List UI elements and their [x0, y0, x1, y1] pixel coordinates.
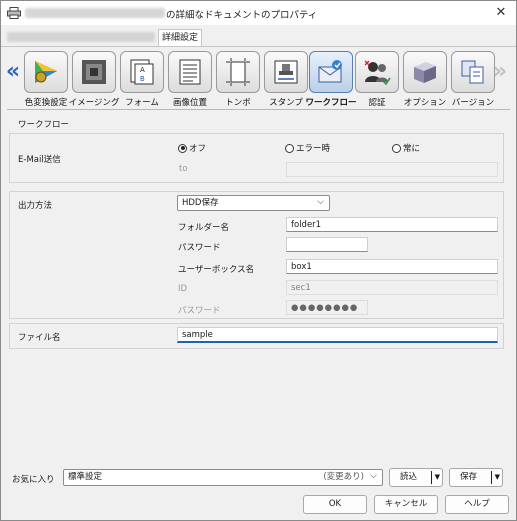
- password-label: パスワード: [178, 243, 221, 253]
- printer-name-redacted: [25, 8, 165, 18]
- scroll-right-icon[interactable]: »: [492, 61, 508, 83]
- split-divider: [431, 471, 432, 484]
- imaging-icon: [82, 60, 106, 84]
- email-to-field[interactable]: [286, 162, 498, 177]
- password2-label: パスワード: [178, 306, 221, 316]
- chevron-down-icon: ⌵: [370, 471, 377, 481]
- favorites-select[interactable]: 標準設定 (変更あり) ⌵: [63, 469, 383, 486]
- radio-dot[interactable]: [392, 143, 401, 153]
- folder-name-field[interactable]: folder1: [286, 217, 498, 232]
- workflow-icon: [318, 60, 342, 83]
- save-button[interactable]: 保存 ▼: [449, 468, 503, 487]
- to-label: to: [179, 164, 188, 174]
- radio-email-on-error[interactable]: エラー時: [285, 142, 330, 154]
- image-position-icon: [179, 59, 201, 85]
- help-button[interactable]: ヘルプ: [445, 495, 509, 514]
- svg-text:B: B: [140, 75, 145, 83]
- section-title: ワークフロー: [18, 120, 70, 130]
- toolbar-color-conversion[interactable]: [24, 51, 68, 93]
- output-method-label: 出力方法: [18, 201, 53, 211]
- filename-field[interactable]: sample: [177, 327, 498, 343]
- options-icon: [414, 62, 436, 83]
- output-method-value: HDD保存: [182, 198, 219, 208]
- toolbar-authentication[interactable]: [355, 51, 399, 93]
- password-field[interactable]: [286, 237, 368, 252]
- radio-label: オフ: [189, 144, 207, 154]
- radio-dot[interactable]: [285, 143, 294, 153]
- toolbar-form[interactable]: A B: [120, 51, 164, 93]
- toolbar-stamp[interactable]: [264, 51, 308, 93]
- toolbar-workflow[interactable]: [309, 51, 353, 93]
- color-conversion-icon: [35, 61, 57, 83]
- userbox-label: ユーザーボックス名: [178, 265, 255, 275]
- properties-dialog: の詳細なドキュメントのプロパティ ✕ 詳細設定 « 色変換設定 イメージング A…: [0, 0, 517, 521]
- filename-label: ファイル名: [18, 333, 61, 343]
- favorites-changed-note: (変更あり): [323, 472, 364, 482]
- chevron-down-icon: ⌵: [317, 197, 324, 207]
- toolbar-image-position[interactable]: [168, 51, 212, 93]
- radio-label: エラー時: [296, 144, 331, 154]
- id-label: ID: [178, 284, 188, 294]
- email-label: E-Mail送信: [18, 155, 61, 165]
- cancel-button[interactable]: キャンセル: [374, 495, 438, 514]
- output-method-select[interactable]: HDD保存 ⌵: [177, 195, 330, 211]
- version-icon: [461, 60, 484, 84]
- dropdown-arrow-icon[interactable]: ▼: [495, 469, 500, 486]
- radio-dot-selected[interactable]: [178, 143, 187, 153]
- radio-email-off[interactable]: オフ: [178, 142, 206, 154]
- radio-email-always[interactable]: 常に: [392, 142, 420, 154]
- id-field[interactable]: sec1: [286, 280, 498, 295]
- printer-icon: [7, 7, 21, 19]
- tab-divider: [1, 46, 516, 47]
- radio-label: 常に: [403, 144, 421, 154]
- window-title: の詳細なドキュメントのプロパティ: [166, 10, 318, 21]
- userbox-field[interactable]: box1: [286, 259, 498, 274]
- split-divider: [491, 471, 492, 484]
- crop-marks-icon: [226, 58, 250, 86]
- title-bar: の詳細なドキュメントのプロパティ ✕: [1, 1, 516, 25]
- close-button[interactable]: ✕: [492, 4, 510, 22]
- toolbar-options[interactable]: [403, 51, 447, 93]
- authentication-icon: [364, 60, 391, 86]
- favorites-label: お気に入り: [12, 475, 55, 485]
- stamp-icon: [274, 60, 298, 84]
- form-icon: A B: [130, 59, 154, 85]
- favorites-value: 標準設定: [68, 472, 103, 482]
- tab-general-redacted[interactable]: [7, 32, 155, 42]
- toolbar-divider: [7, 109, 510, 110]
- toolbar-version[interactable]: [451, 51, 495, 93]
- folder-label: フォルダー名: [178, 223, 230, 233]
- password2-field[interactable]: ●●●●●●●●: [286, 300, 368, 315]
- svg-text:A: A: [140, 66, 145, 74]
- toolbar-label: バージョン: [451, 98, 495, 108]
- dropdown-arrow-icon[interactable]: ▼: [435, 469, 440, 486]
- toolbar-imaging[interactable]: [72, 51, 116, 93]
- scroll-left-icon[interactable]: «: [5, 61, 21, 83]
- save-button-label: 保存: [460, 472, 478, 482]
- ok-button[interactable]: OK: [303, 495, 367, 514]
- load-button-label: 読込: [400, 472, 418, 482]
- load-button[interactable]: 読込 ▼: [389, 468, 443, 487]
- toolbar-crop-marks[interactable]: [216, 51, 260, 93]
- tab-advanced[interactable]: 詳細設定: [158, 29, 202, 47]
